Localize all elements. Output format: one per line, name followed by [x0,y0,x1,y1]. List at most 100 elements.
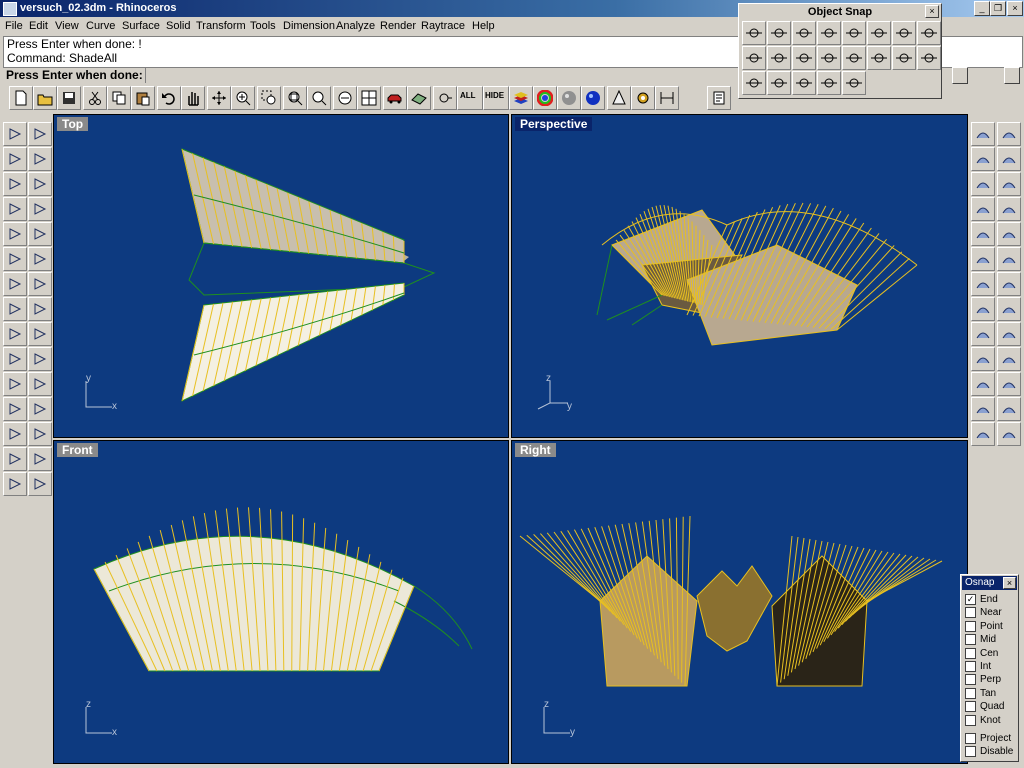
viewport-perspective[interactable]: Perspective z y [511,114,968,438]
layers-icon[interactable] [509,86,533,110]
menu-surface[interactable]: Surface [122,19,160,33]
dimension-icon[interactable] [655,86,679,110]
snap-disable-icon[interactable] [742,71,766,95]
select-all-button[interactable]: ALL [457,86,483,110]
menu-edit[interactable]: Edit [29,19,48,33]
revolve-icon[interactable] [971,147,995,171]
checkbox[interactable] [965,733,976,744]
history-icon[interactable] [28,447,52,471]
fillet-surface-icon[interactable] [971,272,995,296]
text-icon[interactable] [3,422,27,446]
cylinder-icon[interactable] [3,297,27,321]
point-cloud-icon[interactable] [997,422,1021,446]
snap-on-mesh-icon[interactable] [892,46,916,70]
checkbox[interactable] [965,620,976,632]
new-file-icon[interactable] [9,86,33,110]
menu-solid[interactable]: Solid [166,19,190,33]
four-viewports-icon[interactable] [357,86,381,110]
object-snap-close-button[interactable]: × [925,5,939,18]
checkbox[interactable] [965,674,976,686]
undo-icon[interactable] [157,86,181,110]
color-wheel-icon[interactable] [533,86,557,110]
curve-icon[interactable] [28,147,52,171]
snap-knot-icon[interactable] [792,46,816,70]
patch-icon[interactable] [997,172,1021,196]
surface-from-curves-icon[interactable] [971,122,995,146]
split-surface-icon[interactable] [971,322,995,346]
zoom-dynamic-icon[interactable] [231,86,255,110]
save-icon[interactable] [57,86,81,110]
merge-icon[interactable] [997,347,1021,371]
snap-disable-all-icon[interactable] [842,71,866,95]
menu-view[interactable]: View [55,19,79,33]
snap-tangent-icon[interactable] [917,21,941,45]
explode-icon[interactable] [3,322,27,346]
snap-mid-icon[interactable] [842,21,866,45]
polygon-icon[interactable] [3,222,27,246]
rail-revolve-icon[interactable] [997,147,1021,171]
maximize-button[interactable]: ❐ [990,1,1006,16]
render-sphere-icon[interactable] [557,86,581,110]
move-icon[interactable] [3,347,27,371]
group-icon[interactable] [28,372,52,396]
surface-corner-icon[interactable] [3,247,27,271]
join-icon[interactable] [971,372,995,396]
box-solid-icon[interactable] [3,272,27,296]
viewport-label-right[interactable]: Right [515,443,556,457]
sweep-2-icon[interactable] [997,197,1021,221]
snap-intersection-icon[interactable] [892,21,916,45]
rebuild-icon[interactable] [971,297,995,321]
fillet-icon[interactable] [3,397,27,421]
checkbox[interactable] [965,661,976,672]
cut-icon[interactable] [83,86,107,110]
match-surface-icon[interactable] [997,297,1021,321]
sweep-1-icon[interactable] [971,197,995,221]
polyline-icon[interactable] [3,147,27,171]
points-on-icon[interactable] [3,447,27,471]
checkbox[interactable] [965,746,976,758]
point-icon[interactable] [28,122,52,146]
viewport-label-top[interactable]: Top [57,117,89,131]
ellipse-icon[interactable] [28,172,52,196]
checkbox[interactable] [965,607,976,619]
unjoin-icon[interactable] [997,372,1021,396]
snap-on-surface-icon[interactable] [867,46,891,70]
zoom-extents-icon[interactable] [283,86,307,110]
loft-icon[interactable] [971,172,995,196]
checkbox[interactable] [965,634,976,646]
unroll-icon[interactable] [971,422,995,446]
hide-button[interactable]: HIDE [483,86,509,110]
viewport-label-front[interactable]: Front [57,443,98,457]
pan-hand-icon[interactable] [181,86,205,110]
osnap-close-button[interactable]: × [1003,577,1016,589]
blend-icon[interactable] [971,222,995,246]
checkbox[interactable] [965,687,976,699]
checkbox[interactable] [965,647,976,659]
snap-point-icon[interactable] [817,21,841,45]
menu-dimension[interactable]: Dimension [283,19,335,33]
viewport-top[interactable]: Top y x [53,114,509,438]
snap-vertex-icon[interactable] [817,46,841,70]
snap-on-curve-icon[interactable] [842,46,866,70]
zoom-window-icon[interactable] [257,86,281,110]
copy-object-icon[interactable] [28,347,52,371]
plane-icon[interactable] [997,247,1021,271]
snap-cancel-icon[interactable] [817,71,841,95]
layer-toggle-icon[interactable] [3,472,27,496]
minimize-button[interactable]: _ [974,1,990,16]
open-file-icon[interactable] [33,86,57,110]
light-icon[interactable] [607,86,631,110]
cap-icon[interactable] [997,122,1021,146]
viewport-right[interactable]: Right z y [511,440,968,764]
network-icon[interactable] [997,222,1021,246]
untrim-icon[interactable] [971,347,995,371]
menu-file[interactable]: File [5,19,23,33]
dimension-linear-icon[interactable] [28,422,52,446]
extrude-surface-icon[interactable] [971,247,995,271]
named-view-car-icon[interactable] [383,86,407,110]
menu-curve[interactable]: Curve [86,19,115,33]
viewport-label-perspective[interactable]: Perspective [515,117,593,131]
render-blue-sphere-icon[interactable] [581,86,605,110]
snap-perp-icon[interactable] [792,21,816,45]
copy-icon[interactable] [107,86,131,110]
